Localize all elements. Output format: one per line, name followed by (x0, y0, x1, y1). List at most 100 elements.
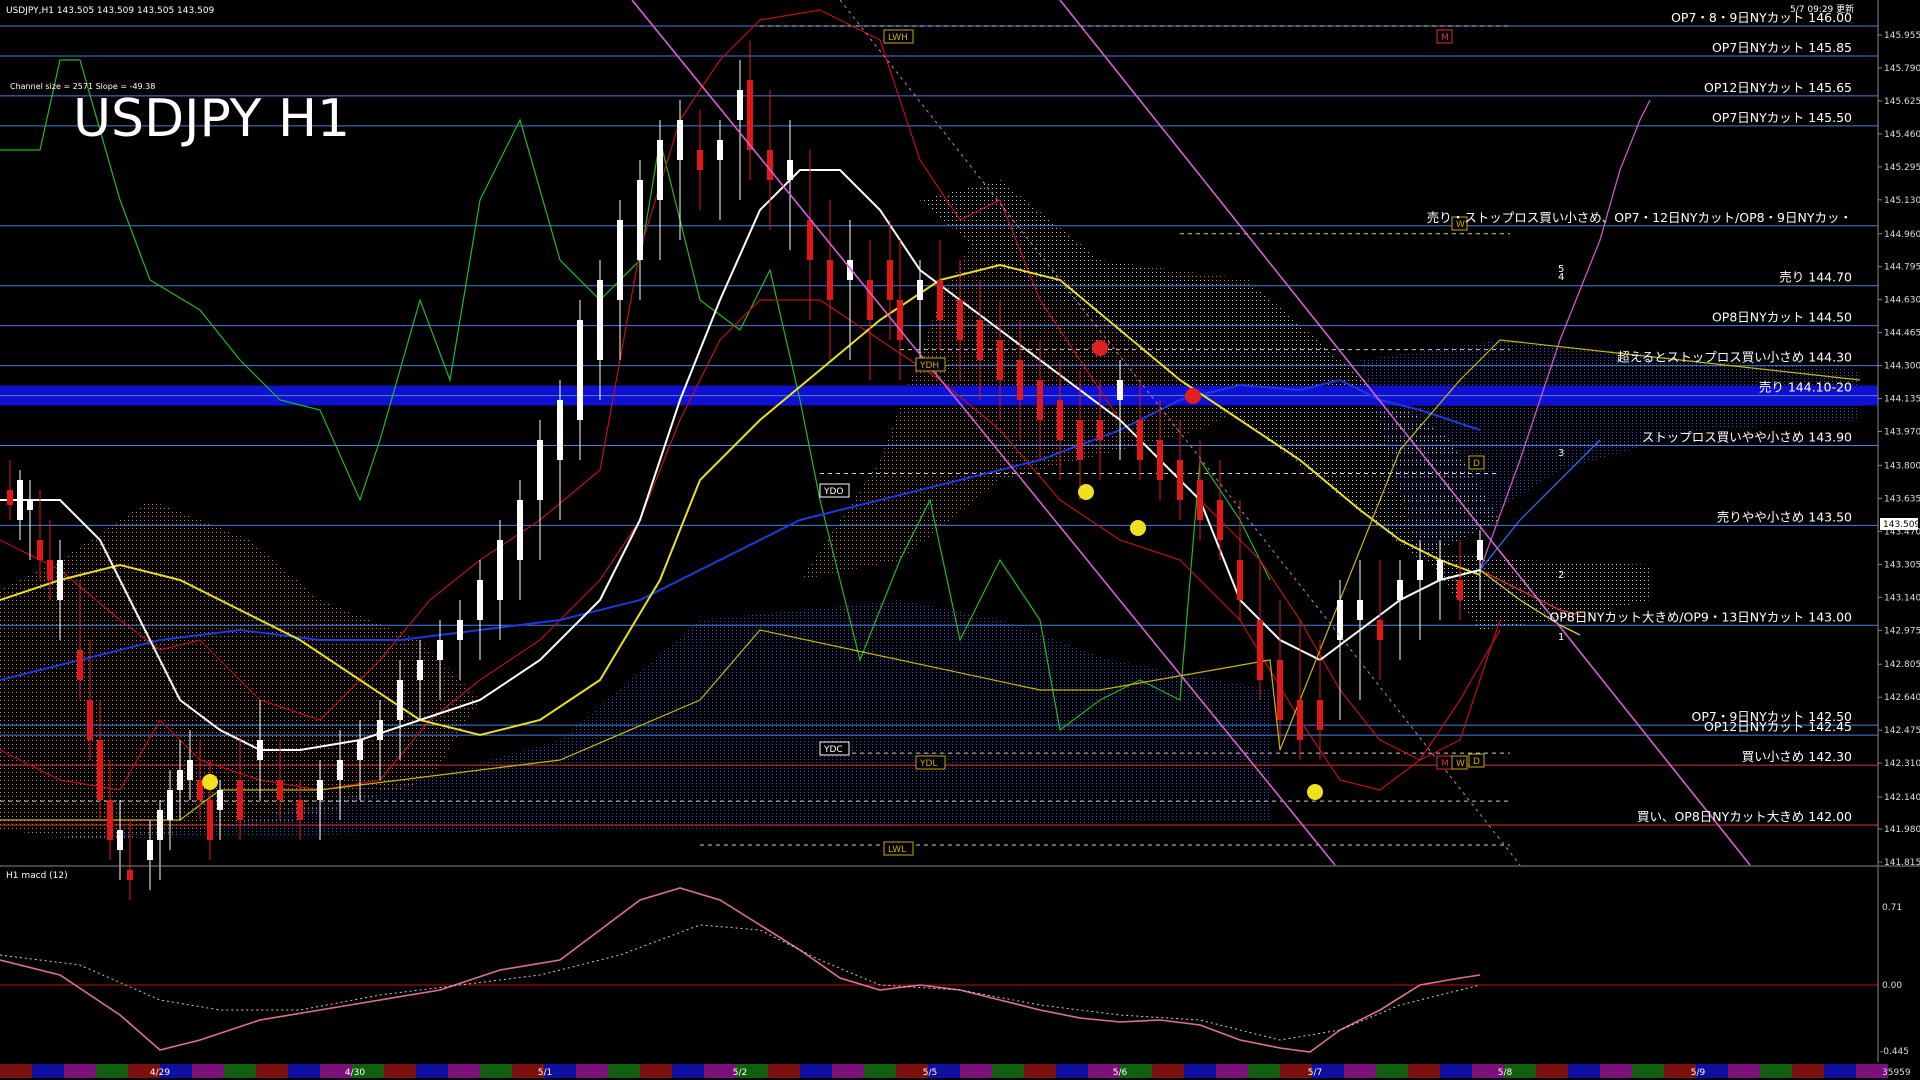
session-strip (0, 1064, 1888, 1078)
session-block (1632, 1064, 1664, 1078)
signal-down-icon (1185, 388, 1201, 404)
time-axis[interactable]: 4/29 4/30 5/1 5/2 5/5 5/6 5/7 5/8 5/9 35959 (0, 1062, 1911, 1080)
session-block (224, 1064, 256, 1078)
candle-body (337, 760, 343, 780)
candle-body (1417, 560, 1423, 580)
candle-body (677, 120, 683, 160)
price-tick-label: 141.980 (1884, 825, 1920, 835)
candle-body (897, 300, 903, 340)
price-tick-label: 144.135 (1884, 395, 1920, 405)
level-label: OP8日NYカット 144.50 (1712, 310, 1852, 325)
price-tick-label: 145.295 (1884, 163, 1920, 173)
candle-body (737, 90, 743, 120)
macd-line (0, 887, 1481, 1053)
candle-body (457, 620, 463, 640)
candle-body (697, 150, 703, 170)
candle-body (957, 300, 963, 340)
candle-body (157, 810, 163, 840)
time-label: 5/2 (733, 1068, 747, 1078)
session-block (480, 1064, 512, 1078)
session-block (1024, 1064, 1056, 1078)
session-block (1344, 1064, 1376, 1078)
level-label: 買い小さめ 142.30 (1742, 749, 1852, 764)
candle-body (1177, 460, 1183, 500)
price-tick-label: 143.140 (1884, 593, 1920, 603)
price-tick-label: 143.970 (1884, 428, 1920, 438)
macd-lines (0, 887, 1481, 1053)
price-tick-label: 142.475 (1884, 726, 1920, 736)
session-block (1728, 1064, 1760, 1078)
candle-body (77, 650, 83, 680)
candle-body (1277, 660, 1283, 720)
signal-up-icon (1078, 484, 1094, 500)
candle-body (47, 560, 53, 580)
session-block (576, 1064, 608, 1078)
session-block (960, 1064, 992, 1078)
candle-body (37, 540, 43, 560)
price-tick-label: 142.975 (1884, 626, 1920, 636)
marker-ydo: YDO (823, 487, 844, 497)
symbol-info: USDJPY,H1 143.505 143.509 143.505 143.50… (6, 6, 215, 16)
level-label: OP7日NYカット 145.85 (1712, 40, 1852, 55)
candle-body (147, 840, 153, 860)
session-block (1056, 1064, 1088, 1078)
level-label: 超えるとストップロス買い小さめ 144.30 (1617, 350, 1852, 365)
candle-body (917, 280, 923, 300)
candle-body (17, 480, 23, 520)
candle-body (1037, 380, 1043, 420)
session-block (256, 1064, 288, 1078)
session-block (1824, 1064, 1856, 1078)
candle-body (417, 660, 423, 680)
candle-body (1057, 400, 1063, 440)
level-label: OP12日NYカット 142.45 (1704, 719, 1852, 734)
candle-body (997, 340, 1003, 380)
price-axis[interactable]: 145.955 145.790 145.625 145.460 145.295 145.1… (1877, 0, 1920, 868)
candle-body (1357, 600, 1363, 620)
wave-label: 3 (1558, 448, 1564, 459)
candle-body (597, 280, 603, 360)
price-tick-label: 144.960 (1884, 230, 1920, 240)
candle-body (1237, 560, 1243, 600)
candle-body (217, 790, 223, 810)
macd-panel[interactable]: H1 macd (12) 0.71 0.00 -0.445 (0, 865, 1920, 1062)
time-label: 5/8 (1498, 1068, 1513, 1078)
session-block (1600, 1064, 1632, 1078)
candle-body (237, 780, 243, 820)
marker-m-top: M (1441, 33, 1449, 43)
candle-body (397, 680, 403, 720)
candle-body (787, 160, 793, 180)
time-label: 5/7 (1308, 1068, 1322, 1078)
candle-body (297, 800, 303, 820)
candle-body (1377, 620, 1383, 640)
session-block (0, 1064, 32, 1078)
chart-window[interactable]: LWHLWLYDHYDLYDOYDCDDMM WW54321 OP7・8・9日NY… (0, 0, 1920, 1080)
candle-body (937, 280, 943, 320)
session-block (384, 1064, 416, 1078)
price-tick-label: 145.625 (1884, 97, 1920, 107)
time-label: 4/29 (150, 1068, 170, 1078)
candle-body (1457, 580, 1463, 600)
session-block (768, 1064, 800, 1078)
candle-body (207, 800, 213, 840)
candle-body (1157, 440, 1163, 480)
session-block (704, 1064, 736, 1078)
level-label: 買い、OP8日NYカット大きめ 142.00 (1637, 809, 1852, 824)
macd-axis-zero: 0.00 (1882, 981, 1902, 991)
marker-d-top: D (1473, 459, 1480, 469)
candle-body (437, 640, 443, 660)
price-tick-label: 142.640 (1884, 693, 1920, 703)
chart-title: USDJPY H1 (73, 89, 350, 149)
candle-body (1197, 480, 1203, 520)
price-tick-label: 145.790 (1884, 64, 1920, 74)
wave-label: 1 (1558, 632, 1564, 643)
price-tick-label: 143.635 (1884, 494, 1920, 504)
signal-down-icon (1092, 340, 1108, 356)
candle-body (117, 830, 123, 850)
price-tick-label: 145.955 (1884, 31, 1920, 41)
session-block (32, 1064, 64, 1078)
candle-body (557, 400, 563, 460)
candle-body (357, 740, 363, 760)
candle-body (637, 180, 643, 260)
candle-body (107, 800, 113, 840)
candle-body (517, 500, 523, 560)
